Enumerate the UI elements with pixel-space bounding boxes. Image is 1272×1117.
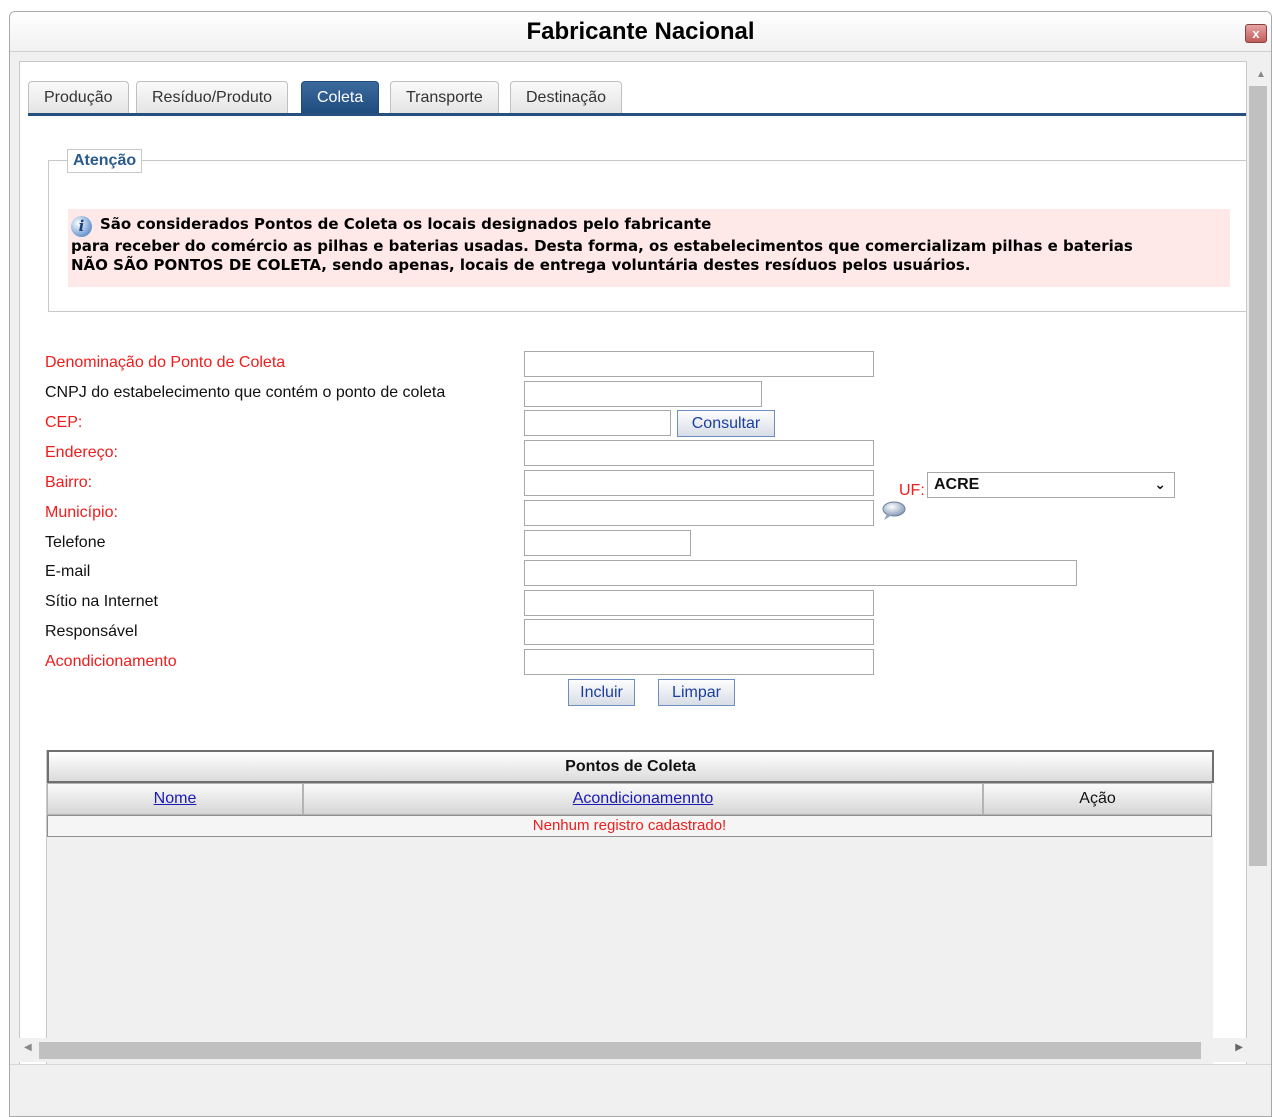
grid-title: Pontos de Coleta [47,750,1214,783]
tab-producao[interactable]: Produção [28,81,129,113]
endereco-label: Endereço: [45,444,118,461]
uf-select[interactable]: ACRE ⌄ [927,472,1175,498]
sort-acondicionamento-link[interactable]: Acondicionamennto [573,790,714,807]
title-bar: Fabricante Nacional x [10,12,1271,52]
municipio-label: Município: [45,504,118,521]
bairro-label: Bairro: [45,474,93,491]
attention-fieldset: Atenção i São considerados Pontos de Cole… [48,149,1246,312]
info-icon: i [71,216,92,237]
cnpj-label: CNPJ do estabelecimento que contém o pon… [45,384,446,401]
denominacao-label: Denominação do Ponto de Coleta [45,354,286,371]
cnpj-input[interactable] [524,381,762,407]
tab-destinacao[interactable]: Destinação [510,81,623,113]
telefone-label: Telefone [45,534,106,551]
dialog-window: Fabricante Nacional x Produção Resíduo/P… [9,11,1272,1117]
grid-empty-message: Nenhum registro cadastrado! [47,815,1212,837]
uf-selected-value: ACRE [934,476,980,493]
scroll-left-icon[interactable]: ◀ [24,1042,32,1053]
scroll-up-icon[interactable]: ▲ [1256,69,1266,80]
scroll-right-icon[interactable]: ▶ [1235,1042,1243,1053]
chevron-down-icon: ⌄ [1154,476,1166,492]
responsavel-input[interactable] [524,619,874,645]
speech-balloon-icon[interactable] [880,501,906,521]
notice-line-3: NÃO SÃO PONTOS DE COLETA, sendo apenas, … [71,256,971,274]
sitio-label: Sítio na Internet [45,593,158,610]
status-bar [10,1064,1271,1116]
email-label: E-mail [45,563,91,580]
pontos-grid: Pontos de Coleta Nome Acondicionamennto … [46,750,1214,1085]
denominacao-input[interactable] [524,351,874,377]
tab-coleta[interactable]: Coleta [301,81,380,113]
cep-input[interactable] [524,410,671,436]
telefone-input[interactable] [524,530,691,556]
horizontal-scroll-thumb[interactable] [39,1042,1201,1059]
tab-transporte[interactable]: Transporte [390,81,499,113]
vertical-scroll-thumb[interactable] [1249,86,1267,866]
endereco-input[interactable] [524,440,874,466]
municipio-input[interactable] [524,500,874,526]
window-title: Fabricante Nacional [526,18,755,45]
limpar-button[interactable]: Limpar [658,679,735,706]
consultar-button[interactable]: Consultar [677,410,775,437]
attention-legend: Atenção [67,149,143,173]
cep-label: CEP: [45,414,83,431]
sort-nome-link[interactable]: Nome [154,790,197,807]
close-button[interactable]: x [1245,24,1267,43]
vertical-scrollbar[interactable]: ▲ ▼ [1248,61,1271,1086]
dialog-content: Produção Resíduo/Produto Coleta Transpor… [19,61,1247,1086]
grid-header-acondicionamento[interactable]: Acondicionamennto [303,783,983,815]
tab-residuo-produto[interactable]: Resíduo/Produto [136,81,289,113]
bairro-input[interactable] [524,470,874,496]
responsavel-label: Responsável [45,623,138,640]
grid-header-acao: Ação [983,783,1212,815]
tab-underline [28,113,1246,116]
grid-header-nome[interactable]: Nome [47,783,303,815]
notice-line-2: para receber do comércio as pilhas e bat… [71,237,1133,255]
tab-bar: Produção Resíduo/Produto Coleta Transpor… [28,81,1246,116]
acondicionamento-label: Acondicionamento [45,653,177,670]
horizontal-scrollbar[interactable]: ◀ ▶ [19,1038,1247,1062]
uf-label: UF: [899,482,925,499]
sitio-input[interactable] [524,590,874,616]
acondicionamento-input[interactable] [524,649,874,675]
incluir-button[interactable]: Incluir [568,679,635,706]
notice-line-1: São considerados Pontos de Coleta os loc… [100,215,712,233]
email-input[interactable] [524,560,1077,586]
attention-notice: i São considerados Pontos de Coleta os lo… [68,209,1230,287]
